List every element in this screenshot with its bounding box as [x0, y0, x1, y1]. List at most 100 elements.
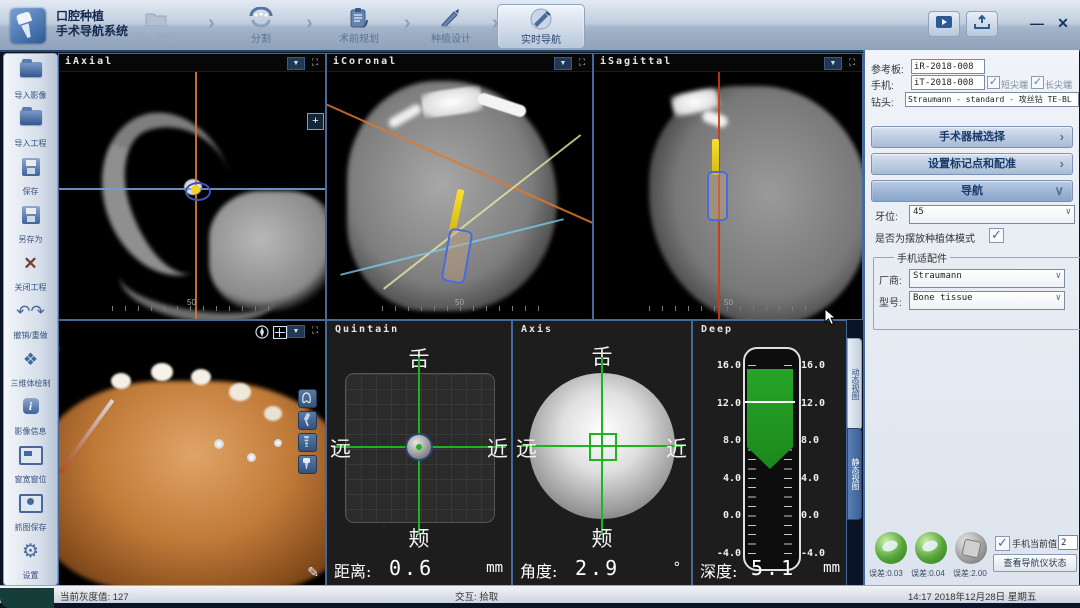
sidebar-item-save[interactable]: 保存: [4, 152, 57, 200]
sidebar-item-close-project[interactable]: ✕ 关闭工程: [4, 248, 57, 296]
implant-crown-icon[interactable]: [298, 455, 317, 474]
instrument-select-button[interactable]: 手术器械选择 ›: [871, 126, 1073, 148]
axial-ruler-label: 50: [187, 298, 196, 307]
panel-deep: Deep 16.0 12.0 8.0 4.0 0.0 -4.0 16.0 12.…: [692, 320, 847, 586]
layout-dropdown-icon[interactable]: ▼: [287, 57, 305, 70]
sidebar-item-label: 导入工程: [4, 138, 57, 149]
tooth-position-label: 牙位:: [875, 208, 898, 223]
step-label: 种植设计: [408, 30, 494, 45]
drill-bit-input[interactable]: [905, 92, 1079, 107]
sidebar-item-label: 设置: [4, 570, 57, 581]
viewport-axial[interactable]: + 50 iAxial ▼ ⛶: [58, 53, 326, 320]
step-label: 实时导航: [498, 31, 584, 46]
navigator-status-button[interactable]: 查看导航仪状态: [993, 554, 1077, 572]
vendor-select[interactable]: Straumann ∨: [909, 269, 1065, 288]
handpiece-input[interactable]: [911, 75, 985, 90]
interaction-status: 交互: 拾取: [455, 589, 498, 603]
layout-dropdown-icon[interactable]: ▼: [554, 57, 572, 70]
handpiece-current-checkbox[interactable]: ✓: [995, 536, 1010, 551]
layout-grid-icon[interactable]: [273, 326, 287, 339]
sidebar-item-snapshot[interactable]: 抓图保存: [4, 488, 57, 536]
step-import-data[interactable]: 导入数据: [113, 4, 199, 47]
tooth-crown-icon[interactable]: [298, 389, 317, 408]
snapshot-icon: [19, 494, 43, 513]
navigation-section-header[interactable]: 导航 ∨: [871, 180, 1073, 202]
save-icon: [22, 158, 40, 176]
step-separator-icon: ›: [208, 12, 215, 35]
angle-readout: 角度: 2.9 °: [513, 553, 691, 585]
sidebar-item-undo-redo[interactable]: ↶↷ 撤销/重做: [4, 296, 57, 344]
label-buccal: 颊: [327, 523, 511, 553]
deep-tick-label: 16.0: [801, 360, 825, 371]
sidebar-item-volume-render[interactable]: ❖ 三维体绘制: [4, 344, 57, 392]
step-realtime-navigation[interactable]: 实时导航: [497, 4, 585, 49]
sidebar-item-import-image[interactable]: 导入影像: [4, 56, 57, 104]
marker-sphere: [214, 439, 224, 449]
implant-screw-icon[interactable]: [298, 433, 317, 452]
step-implant-design[interactable]: 种植设计: [408, 4, 494, 47]
maximize-icon[interactable]: ⛶: [309, 325, 321, 336]
export-button[interactable]: [966, 11, 998, 37]
app-window: 口腔种植 手术导航系统 导入数据 › 分割 › 术前规划 › 种植设计 › 实时…: [0, 0, 1080, 608]
sidebar-item-settings[interactable]: ⚙ 设置: [4, 536, 57, 584]
maximize-icon[interactable]: ⛶: [309, 57, 321, 68]
tracker-error: 误差:0.04: [911, 568, 945, 579]
handpiece-current-label: 手机当前值: [1012, 537, 1057, 550]
axial-header: iAxial ▼ ⛶: [59, 54, 325, 72]
adapter-group: 手机适配件: [873, 250, 1080, 330]
layout-dropdown-icon[interactable]: ▼: [824, 57, 842, 70]
drill-tool-icon[interactable]: [298, 411, 317, 430]
sidebar-item-window-level[interactable]: 窗宽窗位: [4, 440, 57, 488]
coronal-ruler-label: 50: [455, 298, 464, 307]
registration-button[interactable]: 设置标记点和配准 ›: [871, 153, 1073, 175]
reference-plate-input[interactable]: [911, 59, 985, 74]
tooth-blob: [229, 383, 251, 401]
sidebar-item-label: 导入影像: [4, 90, 57, 101]
long-tip-checkbox[interactable]: ✓: [1031, 76, 1044, 89]
tab-static-view[interactable]: 静态视图: [847, 428, 862, 520]
maximize-icon[interactable]: ⛶: [846, 57, 858, 68]
close-button[interactable]: ✕: [1048, 11, 1078, 35]
step-separator-icon: ›: [306, 12, 313, 35]
viewport-3d[interactable]: ▼ ⛶ ✎: [58, 320, 326, 586]
sidebar-item-save-as[interactable]: 另存为: [4, 200, 57, 248]
sagittal-drill: [712, 139, 719, 175]
annotate-pen-icon[interactable]: ✎: [307, 564, 319, 581]
viewport-coronal[interactable]: 50 iCoronal ▼ ⛶: [326, 53, 593, 320]
deep-tick-label: 12.0: [801, 398, 825, 409]
placement-mode-checkbox[interactable]: ✓: [989, 228, 1004, 243]
sidebar-item-import-project[interactable]: 导入工程: [4, 104, 57, 152]
tooth-blob: [151, 363, 173, 381]
step-segmentation[interactable]: 分割: [218, 4, 304, 47]
video-icon: [935, 15, 953, 29]
label-mesial: 近: [487, 433, 508, 463]
sidebar-item-label: 窗宽窗位: [4, 474, 57, 485]
chevron-down-icon: ∨: [1056, 271, 1061, 281]
deep-tick-label: 4.0: [801, 473, 819, 484]
tab-dynamic-view[interactable]: 动态视图: [847, 338, 862, 430]
tooth-position-select[interactable]: 45 ∨: [909, 205, 1075, 224]
sidebar-item-label: 撤销/重做: [4, 330, 57, 341]
button-label: 手术器械选择: [939, 131, 1005, 143]
sidebar-item-image-info[interactable]: i 影像信息: [4, 392, 57, 440]
select-value: Straumann: [913, 271, 962, 281]
handpiece-current-input[interactable]: [1058, 535, 1078, 550]
video-capture-button[interactable]: [928, 11, 960, 37]
label-distal: 远: [330, 433, 351, 463]
chevron-down-icon: ∨: [1054, 181, 1064, 201]
step-label: 术前规划: [316, 30, 402, 45]
drill-handle: [59, 339, 62, 425]
jaw-volume: [59, 381, 325, 585]
short-tip-checkbox[interactable]: ✓: [987, 76, 1000, 89]
viewport-sagittal[interactable]: 50 iSagittal ▼ ⛶: [593, 53, 863, 320]
orientation-compass-icon[interactable]: [255, 325, 269, 344]
marker-sphere: [274, 439, 282, 447]
maximize-icon[interactable]: ⛶: [576, 57, 588, 68]
step-preop-planning[interactable]: 术前规划: [316, 4, 402, 47]
tracker-status-icon-handpiece: [875, 532, 907, 564]
model-select[interactable]: Bone tissue ∨: [909, 291, 1065, 310]
depth-readout: 深度: 5.1 mm: [693, 553, 846, 585]
chevron-down-icon: ∨: [1056, 293, 1061, 303]
zoom-plus-button[interactable]: +: [307, 113, 324, 130]
layout-dropdown-icon[interactable]: ▼: [287, 325, 305, 338]
